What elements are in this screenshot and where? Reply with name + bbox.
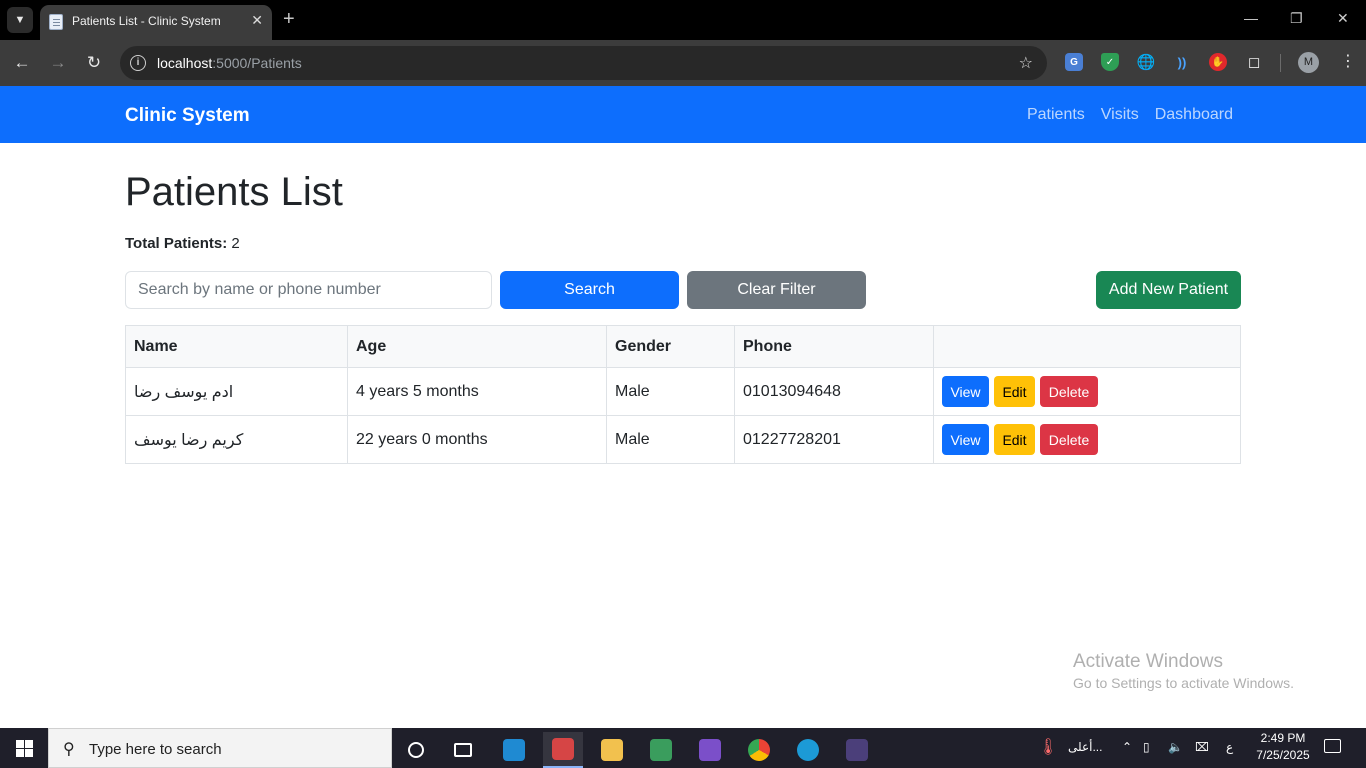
nav-link-dashboard[interactable]: Dashboard (1155, 106, 1233, 124)
task-view-icon[interactable] (443, 732, 483, 768)
cortana-circle-icon[interactable] (396, 732, 436, 768)
magnifier-icon: ⚲ (63, 741, 75, 758)
notification-center-icon[interactable] (1324, 739, 1341, 753)
url-text[interactable]: localhost:5000/Patients (157, 55, 302, 71)
edge-app-icon[interactable] (788, 732, 828, 768)
new-tab-plus-icon[interactable]: + (283, 8, 295, 30)
column-header-phone: Phone (734, 325, 934, 368)
edit-button[interactable]: Edit (994, 424, 1035, 455)
hand-extension-icon[interactable]: ✋ (1209, 53, 1227, 71)
watermark-title: Activate Windows (1073, 651, 1223, 672)
column-header-gender: Gender (606, 325, 735, 368)
browser-toolbar: ← → ↻ i localhost:5000/Patients ☆ G ✓ 🌐 … (0, 40, 1366, 86)
app-navbar: Clinic System Patients Visits Dashboard (0, 86, 1366, 143)
watermark-subtitle: Go to Settings to activate Windows. (1073, 675, 1294, 691)
add-new-patient-button[interactable]: Add New Patient (1096, 271, 1241, 309)
taskbar-clock[interactable]: 2:49 PM 7/25/2025 (1252, 730, 1314, 764)
forward-arrow-icon[interactable]: → (47, 52, 69, 74)
cell-age: 4 years 5 months (347, 367, 607, 416)
translate-extension-icon[interactable]: G (1065, 53, 1083, 71)
battery-icon[interactable]: ▯ (1143, 740, 1150, 754)
page-favicon-icon (49, 14, 63, 30)
browser-tab-strip: ▼ Patients List - Clinic System ✕ + — ❐ … (0, 0, 1366, 40)
total-patients: Total Patients: 2 (125, 235, 240, 252)
clear-filter-button[interactable]: Clear Filter (687, 271, 866, 309)
app-active-icon[interactable] (543, 732, 583, 768)
table-row: كريم رضا يوسف 22 years 0 months Male 012… (125, 415, 1241, 464)
edit-button[interactable]: Edit (994, 376, 1035, 407)
back-arrow-icon[interactable]: ← (11, 52, 33, 74)
restore-icon[interactable]: ❐ (1290, 10, 1303, 27)
window-close-icon[interactable]: ✕ (1337, 10, 1349, 27)
vscode-app-icon[interactable] (494, 732, 534, 768)
visual-studio-icon[interactable] (690, 732, 730, 768)
address-bar[interactable]: i localhost:5000/Patients ☆ (120, 46, 1047, 80)
thermometer-weather-icon[interactable]: 🌡 (1038, 737, 1058, 757)
windows-logo-icon (15, 739, 33, 757)
input-language-indicator[interactable]: ع (1226, 740, 1233, 754)
tab-search-menu-button[interactable]: ▼ (7, 7, 33, 33)
search-input[interactable] (125, 271, 492, 309)
clock-time: 2:49 PM (1260, 731, 1306, 745)
globe-extension-icon[interactable]: 🌐 (1137, 53, 1156, 71)
clock-date: 7/25/2025 (1256, 748, 1310, 762)
cell-gender: Male (606, 415, 735, 464)
total-patients-value: 2 (231, 235, 240, 252)
taskbar: ⚲ Type here to search 🌡 أعلى... ⌃ ▯ 🔈 ⌧ … (0, 728, 1366, 768)
view-button[interactable]: View (942, 376, 989, 407)
column-header-age: Age (347, 325, 607, 368)
terminal-app-icon[interactable] (837, 732, 877, 768)
page-title: Patients List (125, 170, 343, 214)
cell-actions: View Edit Delete (933, 367, 1241, 416)
puzzle-extensions-icon[interactable]: ◻ (1245, 53, 1263, 71)
wifi-icon[interactable]: ⌧ (1195, 740, 1209, 754)
volume-icon[interactable]: 🔈 (1168, 740, 1183, 754)
total-patients-label: Total Patients: (125, 235, 228, 252)
nav-link-patients[interactable]: Patients (1027, 106, 1085, 124)
navbar-links: Patients Visits Dashboard (1027, 106, 1233, 124)
view-button[interactable]: View (942, 424, 989, 455)
star-icon[interactable]: ☆ (1019, 53, 1033, 73)
taskbar-search-box[interactable]: ⚲ Type here to search (48, 728, 392, 768)
cell-name: ادم يوسف رضا (125, 367, 348, 416)
tab-title: Patients List - Clinic System (72, 14, 221, 28)
profile-avatar[interactable]: M (1298, 52, 1319, 73)
column-header-name: Name (125, 325, 348, 368)
column-header-actions (933, 325, 1241, 368)
file-manager-icon[interactable] (641, 732, 681, 768)
search-button[interactable]: Search (500, 271, 679, 309)
cell-name: كريم رضا يوسف (125, 415, 348, 464)
chrome-app-icon[interactable] (739, 732, 779, 768)
chevron-up-icon[interactable]: ⌃ (1122, 740, 1132, 754)
patients-table: Name Age Gender Phone ادم يوسف رضا 4 yea… (125, 325, 1241, 464)
chevron-down-icon: ▼ (14, 14, 26, 26)
reload-icon[interactable]: ↻ (83, 52, 105, 74)
start-button[interactable] (0, 728, 48, 768)
info-icon[interactable]: i (130, 55, 146, 71)
cell-age: 22 years 0 months (347, 415, 607, 464)
activation-watermark: Activate Windows Go to Settings to activ… (1073, 651, 1294, 691)
cell-gender: Male (606, 367, 735, 416)
wave-extension-icon[interactable]: )) (1173, 53, 1191, 71)
browser-tab-active[interactable]: Patients List - Clinic System ✕ (40, 5, 272, 40)
delete-button[interactable]: Delete (1040, 376, 1098, 407)
tab-close-icon[interactable]: ✕ (251, 12, 263, 29)
taskbar-search-placeholder: Type here to search (89, 741, 222, 758)
nav-link-visits[interactable]: Visits (1101, 106, 1139, 124)
shield-extension-icon[interactable]: ✓ (1101, 53, 1119, 71)
delete-button[interactable]: Delete (1040, 424, 1098, 455)
table-row: ادم يوسف رضا 4 years 5 months Male 01013… (125, 367, 1241, 416)
cell-phone: 01227728201 (734, 415, 934, 464)
cell-phone: 01013094648 (734, 367, 934, 416)
navbar-brand[interactable]: Clinic System (125, 105, 250, 127)
cell-actions: View Edit Delete (933, 415, 1241, 464)
file-explorer-icon[interactable] (592, 732, 632, 768)
weather-text[interactable]: أعلى... (1068, 740, 1102, 754)
toolbar-separator (1280, 54, 1281, 72)
more-menu-icon[interactable]: ⋮ (1340, 51, 1356, 73)
minimize-icon[interactable]: — (1244, 10, 1258, 26)
table-header-row: Name Age Gender Phone (125, 325, 1241, 368)
screen: ▼ Patients List - Clinic System ✕ + — ❐ … (0, 0, 1366, 768)
